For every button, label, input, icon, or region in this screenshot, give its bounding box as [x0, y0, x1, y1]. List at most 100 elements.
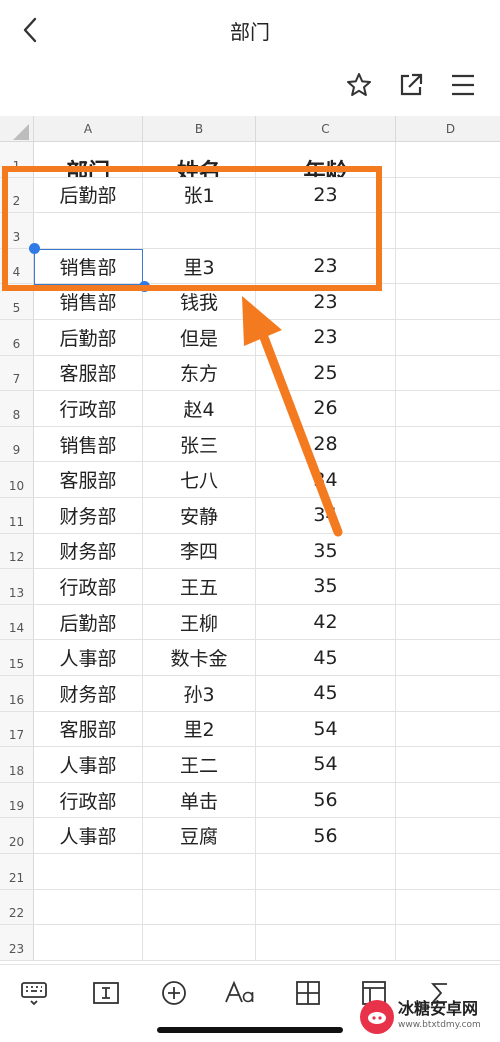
table-cell[interactable]: 李四	[143, 533, 256, 570]
row-header[interactable]: 15	[0, 640, 34, 676]
table-cell[interactable]	[396, 854, 500, 890]
column-header-b[interactable]: B	[143, 116, 256, 142]
select-all-corner[interactable]	[0, 116, 34, 142]
font-format-icon[interactable]	[224, 977, 258, 1009]
table-cell[interactable]: 王柳	[143, 604, 256, 641]
table-cell[interactable]: 七八	[143, 462, 256, 498]
table-cell[interactable]: 后勤部	[34, 604, 143, 641]
table-cell[interactable]	[143, 854, 256, 890]
table-cell[interactable]: 56	[256, 782, 396, 819]
table-cell[interactable]: 后勤部	[34, 320, 143, 356]
table-cell[interactable]: 人事部	[34, 640, 143, 676]
column-header-c[interactable]: C	[256, 116, 396, 142]
table-cell[interactable]	[396, 925, 500, 961]
table-cell[interactable]: 王二	[143, 747, 256, 783]
table-cell[interactable]: 客服部	[34, 355, 143, 392]
table-cell[interactable]: 45	[256, 676, 396, 712]
table-grid-icon[interactable]	[292, 977, 324, 1009]
table-cell[interactable]: 客服部	[34, 462, 143, 498]
table-cell[interactable]: 安静	[143, 498, 256, 534]
table-cell[interactable]	[396, 569, 500, 605]
table-cell[interactable]: 客服部	[34, 711, 143, 748]
row-header[interactable]: 11	[0, 498, 34, 534]
table-cell[interactable]: 里2	[143, 711, 256, 748]
row-header[interactable]: 17	[0, 711, 34, 748]
table-cell[interactable]	[256, 854, 396, 890]
table-cell[interactable]	[256, 889, 396, 926]
table-cell[interactable]	[396, 640, 500, 676]
row-header[interactable]: 20	[0, 818, 34, 854]
table-cell[interactable]	[396, 676, 500, 712]
table-cell[interactable]: 28	[256, 426, 396, 463]
table-cell[interactable]: 财务部	[34, 676, 143, 712]
table-cell[interactable]: 赵4	[143, 391, 256, 427]
table-cell[interactable]: 人事部	[34, 747, 143, 783]
table-cell[interactable]	[396, 178, 500, 214]
row-header[interactable]: 9	[0, 426, 34, 463]
table-cell[interactable]: 35	[256, 569, 396, 605]
table-cell[interactable]	[396, 890, 500, 926]
insert-plus-icon[interactable]	[158, 977, 190, 1009]
table-cell[interactable]: 23	[256, 320, 396, 356]
table-cell[interactable]: 54	[256, 747, 396, 783]
row-header[interactable]: 10	[0, 462, 34, 498]
table-cell[interactable]	[143, 925, 256, 961]
row-header[interactable]: 13	[0, 569, 34, 605]
table-cell[interactable]: 56	[256, 818, 396, 854]
row-header[interactable]: 8	[0, 391, 34, 427]
table-cell[interactable]	[396, 391, 500, 427]
table-cell[interactable]	[396, 783, 500, 819]
table-cell[interactable]: 行政部	[34, 391, 143, 427]
table-cell[interactable]	[396, 284, 500, 320]
table-cell[interactable]: 行政部	[34, 782, 143, 819]
table-cell[interactable]	[34, 889, 143, 926]
table-cell[interactable]: 行政部	[34, 569, 143, 605]
table-cell[interactable]: 张三	[143, 426, 256, 463]
table-cell[interactable]: 34	[256, 498, 396, 534]
row-header[interactable]: 6	[0, 320, 34, 356]
table-cell[interactable]: 人事部	[34, 818, 143, 854]
table-cell[interactable]	[396, 818, 500, 854]
table-cell[interactable]	[396, 534, 500, 570]
table-cell[interactable]	[396, 712, 500, 748]
table-cell[interactable]	[396, 747, 500, 783]
table-cell[interactable]: 25	[256, 355, 396, 392]
row-header[interactable]: 22	[0, 889, 34, 926]
table-cell[interactable]: 35	[256, 533, 396, 570]
home-indicator[interactable]	[157, 1027, 343, 1033]
table-cell[interactable]: 豆腐	[143, 818, 256, 854]
row-header[interactable]: 16	[0, 676, 34, 712]
row-header[interactable]: 21	[0, 854, 34, 890]
table-cell[interactable]: 销售部	[34, 426, 143, 463]
table-cell[interactable]	[34, 854, 143, 890]
star-icon[interactable]	[344, 70, 374, 100]
table-cell[interactable]: 54	[256, 711, 396, 748]
table-cell[interactable]: 孙3	[143, 676, 256, 712]
row-header[interactable]: 7	[0, 355, 34, 392]
table-cell[interactable]	[396, 213, 500, 249]
row-header[interactable]: 14	[0, 604, 34, 641]
table-cell[interactable]	[396, 605, 500, 641]
row-header[interactable]: 12	[0, 533, 34, 570]
table-cell[interactable]: 42	[256, 604, 396, 641]
row-header[interactable]: 23	[0, 925, 34, 961]
table-cell[interactable]: 东方	[143, 355, 256, 392]
menu-icon[interactable]	[448, 70, 478, 100]
table-cell[interactable]: 单击	[143, 782, 256, 819]
table-cell[interactable]: 财务部	[34, 498, 143, 534]
table-cell[interactable]: 26	[256, 391, 396, 427]
share-icon[interactable]	[396, 70, 426, 100]
table-cell[interactable]: 34	[256, 462, 396, 498]
table-cell[interactable]	[396, 356, 500, 392]
row-header[interactable]: 19	[0, 782, 34, 819]
table-cell[interactable]: 45	[256, 640, 396, 676]
table-cell[interactable]	[34, 925, 143, 961]
column-header-a[interactable]: A	[34, 116, 143, 142]
column-header-d[interactable]: D	[396, 116, 500, 142]
table-cell[interactable]: 财务部	[34, 533, 143, 570]
table-cell[interactable]: 数卡金	[143, 640, 256, 676]
table-cell[interactable]	[143, 889, 256, 926]
table-cell[interactable]	[256, 925, 396, 961]
row-header[interactable]: 18	[0, 747, 34, 783]
table-cell[interactable]	[396, 462, 500, 498]
